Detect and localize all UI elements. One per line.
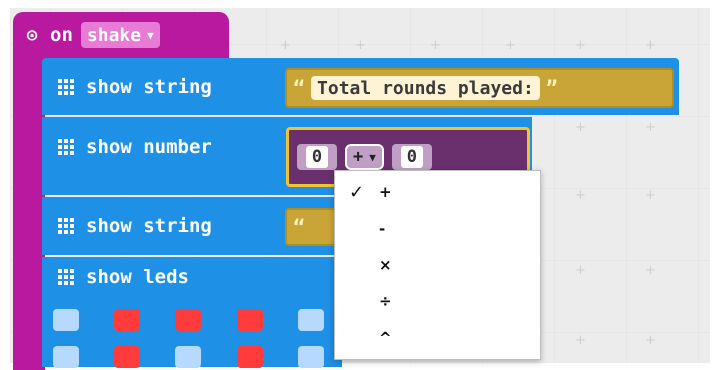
left-operand-slot[interactable]: 0 (297, 144, 337, 170)
grid-marker: + (575, 188, 586, 203)
string-value-field[interactable]: Total rounds played: (311, 76, 540, 100)
grid-icon (58, 269, 74, 285)
chevron-down-icon: ▼ (369, 150, 376, 164)
event-block-header: ⊙ on shake ▼ (22, 20, 160, 50)
grid-marker: + (355, 38, 366, 53)
block-label: show leds (86, 266, 189, 288)
grid-marker: + (575, 38, 586, 53)
operator-dropdown[interactable]: + ▼ (345, 144, 384, 170)
grid-marker: + (645, 188, 656, 203)
grid-marker: + (645, 333, 656, 348)
gear-icon: ⊙ (26, 24, 38, 46)
menu-item-multiply[interactable]: × (335, 247, 540, 283)
left-operand-value[interactable]: 0 (306, 146, 328, 168)
grid-icon (58, 79, 74, 95)
check-icon: ✓ (349, 181, 365, 203)
grid-marker: + (645, 263, 656, 278)
led-cell[interactable] (114, 309, 140, 331)
led-cell[interactable] (237, 309, 263, 331)
string-socket[interactable]: “ Total rounds played: ” (285, 68, 674, 108)
grid-marker: + (575, 333, 586, 348)
grid-marker: + (505, 38, 516, 53)
led-cell[interactable] (175, 309, 201, 331)
menu-item-power[interactable]: ^ (335, 320, 540, 356)
menu-item-label: × (379, 256, 392, 274)
menu-item-divide[interactable]: ÷ (335, 283, 540, 319)
right-operand-slot[interactable]: 0 (391, 144, 432, 170)
operator-value: + (353, 147, 364, 167)
grid-marker: + (280, 38, 291, 53)
grid-marker: + (575, 263, 586, 278)
open-quote: “ (293, 76, 306, 100)
close-quote: ” (545, 76, 558, 100)
right-operand-value[interactable]: 0 (400, 146, 423, 168)
show-string-block[interactable]: show string “ Total rounds played: ” (42, 58, 679, 115)
menu-item-label: ^ (379, 329, 392, 347)
grid-marker: + (575, 120, 586, 135)
show-string-block[interactable]: show string “ (42, 197, 349, 255)
grid-marker: + (645, 120, 656, 135)
grid-icon (58, 139, 74, 155)
open-quote: “ (293, 215, 306, 239)
menu-item-label: ÷ (379, 292, 392, 310)
event-label: on (50, 24, 73, 46)
menu-item-plus[interactable]: ✓ + (335, 174, 540, 210)
chevron-down-icon: ▼ (147, 28, 154, 42)
grid-marker: + (645, 38, 656, 53)
gesture-dropdown[interactable]: shake ▼ (80, 22, 160, 48)
operator-menu: ✓ + - × ÷ ^ (334, 170, 541, 360)
menu-item-minus[interactable]: - (335, 211, 540, 247)
grid-marker: + (430, 38, 441, 53)
gesture-value: shake (86, 24, 142, 46)
led-cell[interactable] (53, 309, 79, 331)
block-label: show string (86, 76, 212, 98)
block-label: show string (86, 215, 212, 237)
led-cell[interactable] (298, 309, 324, 331)
menu-item-label: - (379, 220, 386, 238)
menu-item-label: + (379, 183, 392, 201)
grid-icon (58, 218, 74, 234)
event-block-spine[interactable] (13, 40, 45, 370)
block-label: show number (86, 136, 212, 158)
